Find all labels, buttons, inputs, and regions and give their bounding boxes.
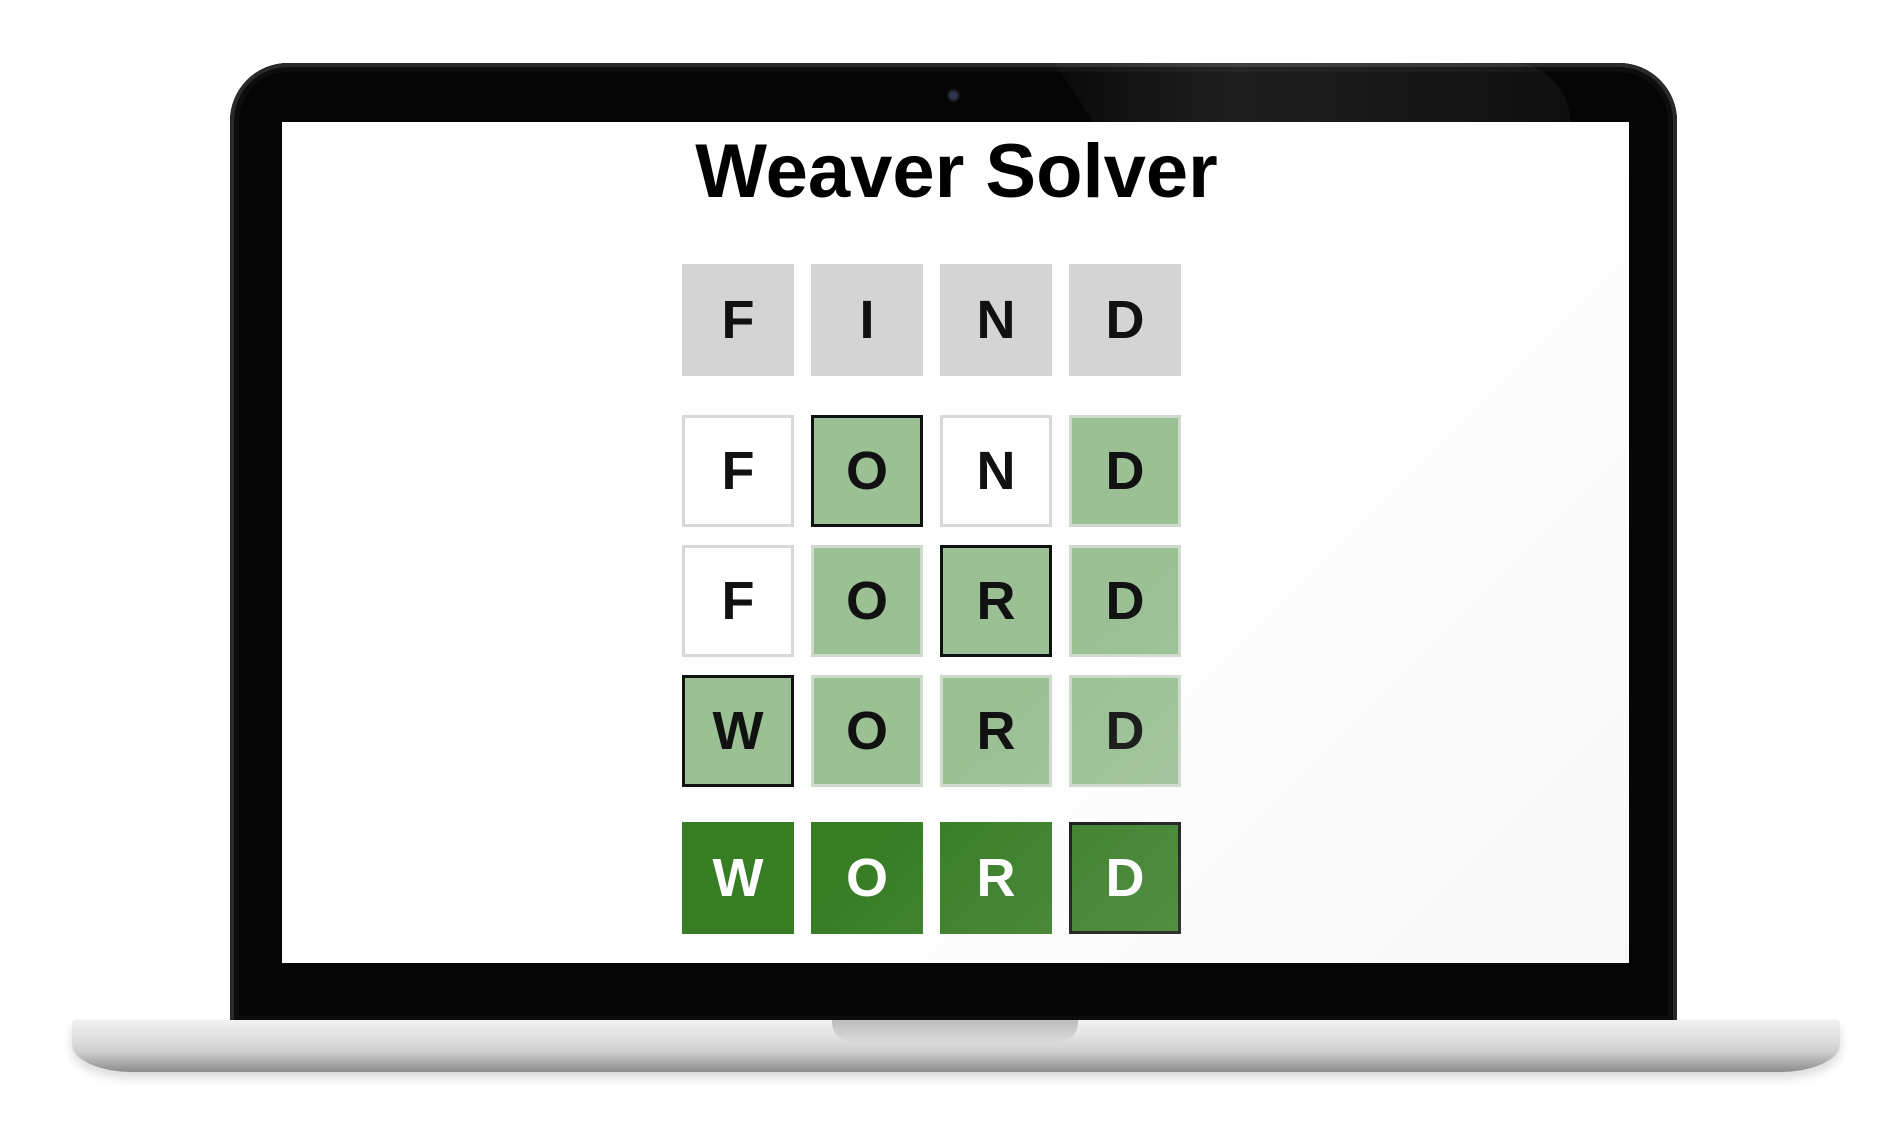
ladder-letter-tile: O [811,545,923,657]
target-word-row: W O R D [682,822,1181,936]
webcam-icon [949,91,958,100]
target-letter-tile[interactable]: W [682,822,794,934]
ladder-letter-tile-changed: R [940,545,1052,657]
ladder-letter-tile: O [811,675,923,787]
ladder-letter-tile: R [940,675,1052,787]
ladder-letter-tile: N [940,415,1052,527]
ladder-letter-tile: F [682,415,794,527]
target-letter-tile[interactable]: D [1069,822,1181,934]
ladder-letter-tile: F [682,545,794,657]
start-letter-tile[interactable]: N [940,264,1052,376]
ladder-letter-tile-changed: O [811,415,923,527]
ladder-letter-tile: D [1069,415,1181,527]
target-letter-tile[interactable]: R [940,822,1052,934]
start-word-row: F I N D [682,264,1181,378]
start-letter-tile[interactable]: F [682,264,794,376]
laptop-hinge-notch [832,1020,1078,1041]
ladder-letter-tile: D [1069,675,1181,787]
app-screen: Weaver Solver F I N D F O N D F O R D W … [282,122,1629,963]
page-title: Weaver Solver [695,129,1218,214]
ladder-letter-tile: D [1069,545,1181,657]
ladder-letter-tile-changed: W [682,675,794,787]
laptop-base [72,1020,1840,1072]
start-letter-tile[interactable]: D [1069,264,1181,376]
target-letter-tile[interactable]: O [811,822,923,934]
ladder-row-word: W O R D [682,675,1181,789]
ladder-row-ford: F O R D [682,545,1181,659]
lid-reflection [1054,63,1570,123]
ladder-row-fond: F O N D [682,415,1181,529]
start-letter-tile[interactable]: I [811,264,923,376]
